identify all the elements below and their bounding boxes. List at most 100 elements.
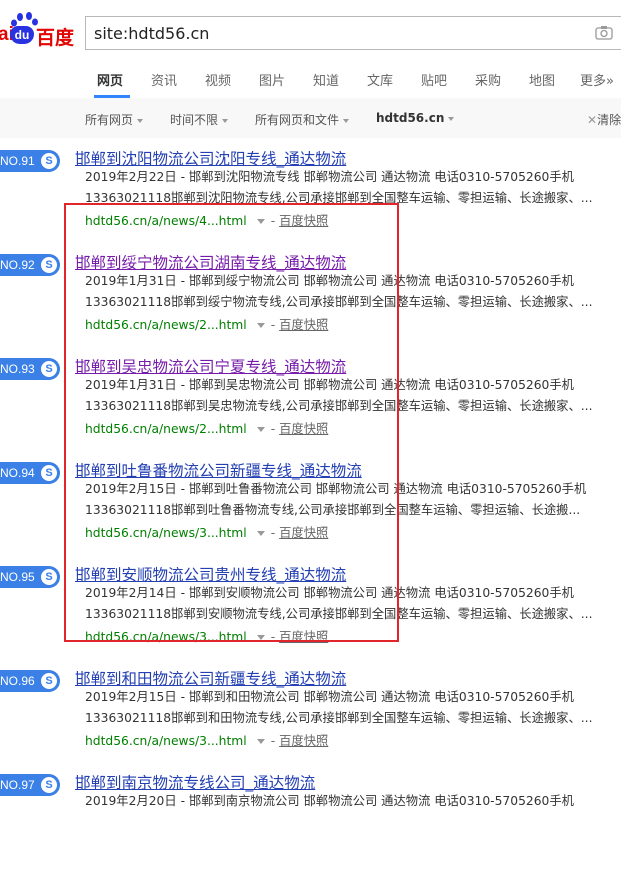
result-title-link[interactable]: 邯郸到和田物流公司新疆专线_通达物流 (75, 667, 346, 689)
result-title-link[interactable]: 邯郸到南京物流专线公司_通达物流 (75, 771, 315, 793)
result-url[interactable]: hdtd56.cn/a/news/3...html (85, 630, 247, 644)
filter-file-type[interactable]: 所有网页和文件 (255, 111, 350, 128)
search-result: NO.96 S 邯郸到和田物流公司新疆专线_通达物流 2019年2月15日 - 邯郸到… (0, 670, 621, 774)
result-url[interactable]: hdtd56.cn/a/news/3...html (85, 526, 247, 540)
result-url-line: hdtd56.cn/a/news/4...html - 百度快照 (85, 211, 328, 229)
search-result: NO.97 S 邯郸到南京物流专线公司_通达物流 2019年2月20日 - 邯郸到南京… (0, 774, 621, 878)
seo-icon: S (41, 361, 57, 377)
rank-number: NO.96 (0, 674, 35, 688)
chevron-down-icon (222, 118, 229, 123)
filter-file-type-label: 所有网页和文件 (255, 113, 340, 127)
result-title-link[interactable]: 邯郸到沈阳物流公司沈阳专线_通达物流 (75, 147, 346, 169)
result-title-link[interactable]: 邯郸到吴忠物流公司宁夏专线_通达物流 (75, 355, 346, 377)
seo-icon: S (41, 465, 57, 481)
search-result: NO.91 S 邯郸到沈阳物流公司沈阳专线_通达物流 2019年2月22日 - 邯郸到… (0, 150, 621, 254)
logo-text-du: du (10, 26, 34, 44)
rank-badge: NO.91 S (0, 150, 60, 172)
search-input[interactable] (86, 17, 574, 49)
tab-map[interactable]: 地图 (529, 70, 555, 89)
tab-more[interactable]: 更多» (580, 70, 614, 89)
chevron-down-icon[interactable] (256, 323, 265, 328)
tab-purchase[interactable]: 采购 (475, 70, 501, 89)
result-abstract-line: 2019年2月20日 - 邯郸到南京物流公司 邯郸物流公司 通达物流 电话031… (85, 794, 574, 808)
result-url-line: hdtd56.cn/a/news/3...html - 百度快照 (85, 523, 328, 541)
result-title-link[interactable]: 邯郸到绥宁物流公司湖南专线_通达物流 (75, 251, 346, 273)
snapshot-link[interactable]: 百度快照 (279, 734, 328, 748)
result-title-link[interactable]: 邯郸到安顺物流公司贵州专线_通达物流 (75, 563, 346, 585)
result-abstract-line: 13363021118邯郸到绥宁物流专线,公司承接邯郸到全国整车运输、零担运输、… (85, 295, 593, 309)
snapshot-link[interactable]: 百度快照 (279, 318, 328, 332)
seo-icon: S (41, 153, 57, 169)
rank-badge: NO.92 S (0, 254, 60, 276)
result-abstract-line: 2019年1月31日 - 邯郸到吴忠物流公司 邯郸物流公司 通达物流 电话031… (85, 378, 574, 392)
tab-web[interactable]: 网页 (97, 70, 123, 89)
chevron-down-icon[interactable] (256, 219, 265, 224)
camera-icon[interactable] (595, 25, 613, 40)
tab-tieba[interactable]: 贴吧 (421, 70, 447, 89)
filter-time[interactable]: 时间不限 (170, 111, 229, 128)
result-url[interactable]: hdtd56.cn/a/news/2...html (85, 422, 247, 436)
rank-number: NO.91 (0, 154, 35, 168)
result-abstract-line: 2019年2月14日 - 邯郸到安顺物流公司 邯郸物流公司 通达物流 电话031… (85, 586, 574, 600)
result-title-link[interactable]: 邯郸到吐鲁番物流公司新疆专线_通达物流 (75, 459, 362, 481)
result-abstract-line: 13363021118邯郸到沈阳物流专线,公司承接邯郸到全国整车运输、零担运输、… (85, 191, 593, 205)
seo-icon: S (41, 673, 57, 689)
result-abstract-line: 13363021118邯郸到吐鲁番物流专线,公司承接邯郸到全国整车运输、零担运输… (85, 503, 581, 517)
rank-number: NO.94 (0, 466, 35, 480)
tab-zhidao[interactable]: 知道 (313, 70, 339, 89)
filter-page-type-label: 所有网页 (85, 113, 134, 127)
rank-badge: NO.95 S (0, 566, 60, 588)
chevron-down-icon[interactable] (256, 427, 265, 432)
tab-images[interactable]: 图片 (259, 70, 285, 89)
snapshot-link[interactable]: 百度快照 (279, 214, 328, 228)
chevron-down-icon[interactable] (256, 531, 265, 536)
seo-icon: S (41, 569, 57, 585)
tab-wenku[interactable]: 文库 (367, 70, 393, 89)
seo-icon: S (41, 777, 57, 793)
rank-number: NO.92 (0, 258, 35, 272)
url-separator: - (270, 214, 276, 228)
filter-page-type[interactable]: 所有网页 (85, 111, 144, 128)
result-url[interactable]: hdtd56.cn/a/news/3...html (85, 734, 247, 748)
snapshot-link[interactable]: 百度快照 (279, 526, 328, 540)
chevron-down-icon (343, 118, 350, 123)
result-abstract-line: 2019年2月22日 - 邯郸到沈阳物流专线 邯郸物流公司 通达物流 电话031… (85, 170, 574, 184)
snapshot-link[interactable]: 百度快照 (279, 422, 328, 436)
chevron-down-icon (137, 118, 144, 123)
search-result: NO.93 S 邯郸到吴忠物流公司宁夏专线_通达物流 2019年1月31日 - 邯郸到… (0, 358, 621, 462)
close-icon: ✕ (587, 113, 598, 127)
result-url-line: hdtd56.cn/a/news/2...html - 百度快照 (85, 315, 328, 333)
clear-filters-button[interactable]: ✕清除 (587, 111, 621, 128)
tab-video[interactable]: 视频 (205, 70, 231, 89)
result-abstract-line: 2019年2月15日 - 邯郸到和田物流公司 邯郸物流公司 通达物流 电话031… (85, 690, 574, 704)
result-abstract-line: 2019年2月15日 - 邯郸到吐鲁番物流公司 邯郸物流公司 通达物流 电话03… (85, 482, 587, 496)
result-abstract-line: 13363021118邯郸到吴忠物流专线,公司承接邯郸到全国整车运输、零担运输、… (85, 399, 593, 413)
result-url[interactable]: hdtd56.cn/a/news/4...html (85, 214, 247, 228)
chevron-down-icon (448, 116, 455, 121)
filter-time-label: 时间不限 (170, 113, 219, 127)
rank-badge: NO.97 S (0, 774, 60, 796)
search-tabs: 网页 资讯 视频 图片 知道 文库 贴吧 采购 地图 更多» (0, 62, 621, 99)
result-abstract-line: 2019年1月31日 - 邯郸到绥宁物流公司 邯郸物流公司 通达物流 电话031… (85, 274, 574, 288)
clear-label: 清除 (597, 113, 621, 127)
result-url[interactable]: hdtd56.cn/a/news/2...html (85, 318, 247, 332)
url-separator: - (270, 630, 276, 644)
snapshot-link[interactable]: 百度快照 (279, 630, 328, 644)
url-separator: - (270, 422, 276, 436)
tab-news[interactable]: 资讯 (151, 70, 177, 89)
rank-number: NO.95 (0, 570, 35, 584)
result-abstract-line: 13363021118邯郸到和田物流专线,公司承接邯郸到全国整车运输、零担运输、… (85, 711, 593, 725)
chevron-down-icon[interactable] (256, 739, 265, 744)
search-result: NO.92 S 邯郸到绥宁物流公司湖南专线_通达物流 2019年1月31日 - 邯郸到… (0, 254, 621, 358)
header: ai du 百度 (0, 0, 621, 62)
result-abstract-line: 13363021118邯郸到安顺物流专线,公司承接邯郸到全国整车运输、零担运输、… (85, 607, 593, 621)
seo-icon: S (41, 257, 57, 273)
filter-site-label: hdtd56.cn (376, 111, 445, 125)
rank-number: NO.97 (0, 778, 35, 792)
search-result: NO.95 S 邯郸到安顺物流公司贵州专线_通达物流 2019年2月14日 - 邯郸到… (0, 566, 621, 670)
url-separator: - (270, 318, 276, 332)
rank-badge: NO.96 S (0, 670, 60, 692)
chevron-down-icon[interactable] (256, 635, 265, 640)
filter-site[interactable]: hdtd56.cn (376, 111, 455, 125)
filter-bar: 所有网页 时间不限 所有网页和文件 hdtd56.cn ✕清除 (0, 98, 621, 138)
